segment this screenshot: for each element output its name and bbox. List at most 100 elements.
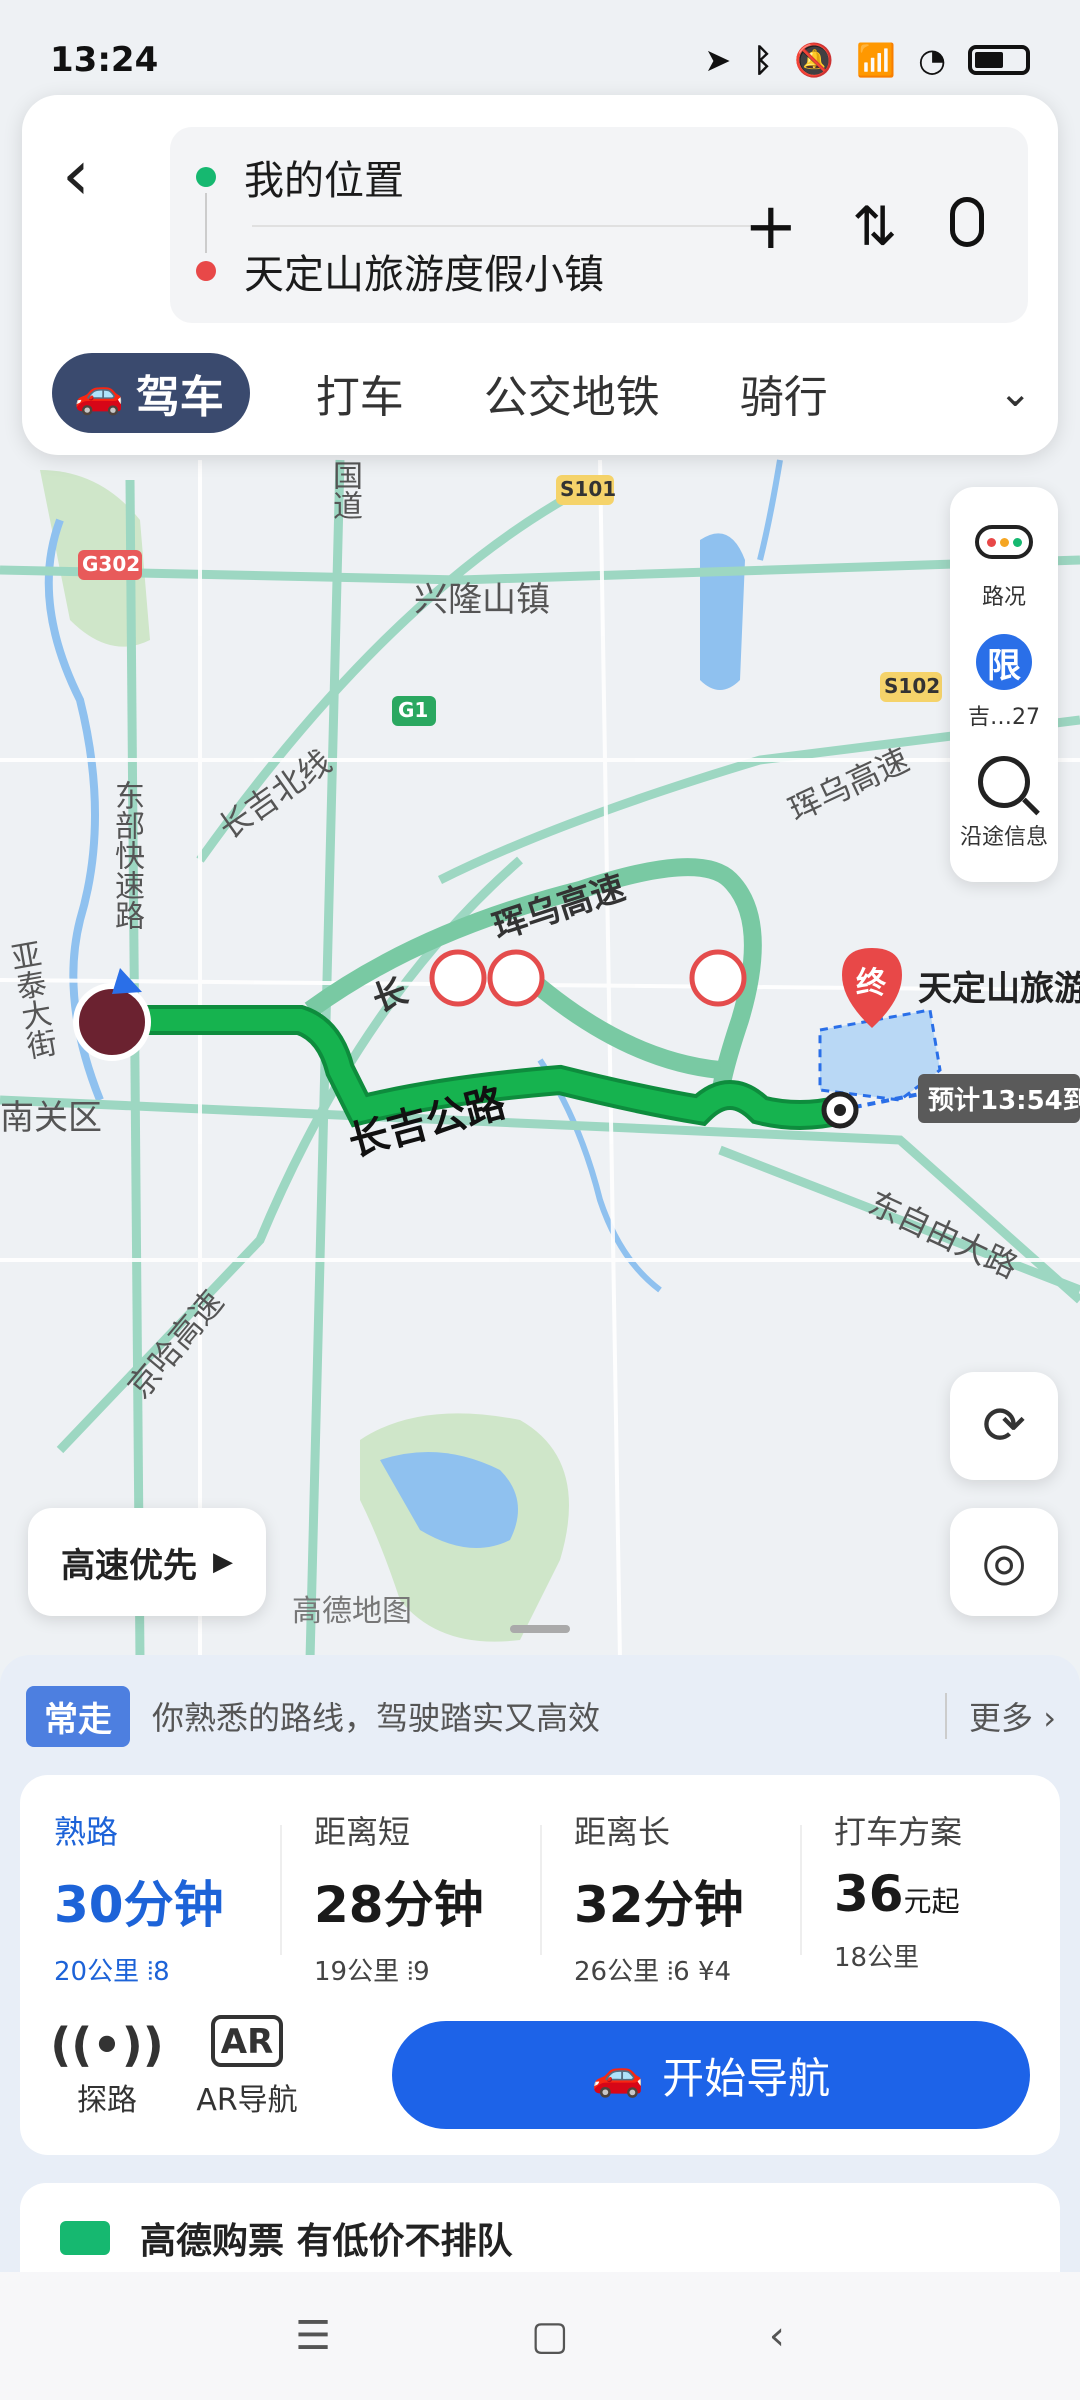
nanguan-label: 南关区 bbox=[0, 1098, 102, 1138]
taxi-price: 36 bbox=[834, 1865, 904, 1923]
traffic-toggle[interactable]: 路况 bbox=[975, 513, 1033, 611]
battery-icon bbox=[968, 45, 1030, 75]
menu-icon[interactable]: ☰ bbox=[295, 2313, 331, 2359]
destination-text: 天定山旅游度假小镇 bbox=[244, 252, 604, 298]
option-meta: 26公里 ⦙6 ¥4 bbox=[574, 1957, 732, 1987]
familiar-text: 你熟悉的路线，驾驶踏实又高效 bbox=[152, 1699, 601, 1737]
option-time: 30分钟 bbox=[54, 1876, 224, 1934]
location-icon: ➤ bbox=[704, 41, 732, 79]
system-nav-bar: ☰ ▢ ‹ bbox=[0, 2272, 1080, 2400]
locate-icon: ◎ bbox=[981, 1532, 1027, 1592]
status-bar: 13:24 ➤ ᛒ 🔕 📶 ◔ bbox=[0, 0, 1080, 120]
explore-button[interactable]: ((•)) 探路 bbox=[50, 2015, 164, 2119]
status-time: 13:24 bbox=[50, 40, 159, 80]
route-option-longer[interactable]: 距离长 32分钟 26公里 ⦙6 ¥4 bbox=[540, 1795, 800, 1987]
restriction-label: 吉…27 bbox=[968, 705, 1040, 730]
destination-dot-icon bbox=[196, 261, 216, 281]
along-route-label: 沿途信息 bbox=[959, 825, 1048, 850]
mute-icon: 🔕 bbox=[794, 41, 835, 79]
route-option-familiar[interactable]: 熟路 30分钟 20公里 ⦙8 bbox=[20, 1795, 280, 1987]
route-option-shorter[interactable]: 距离短 28分钟 19公里 ⦙9 bbox=[280, 1795, 540, 1987]
radar-icon: ((•)) bbox=[50, 2018, 164, 2072]
familiar-tag: 常走 bbox=[26, 1685, 130, 1747]
ar-icon: AR bbox=[210, 2015, 284, 2067]
destination-name[interactable]: 天定山旅游度假小镇 bbox=[918, 966, 1080, 1012]
traffic-icon bbox=[975, 525, 1033, 559]
car-icon: 🚗 bbox=[74, 370, 124, 417]
route-divider bbox=[252, 225, 752, 227]
option-name: 距离长 bbox=[574, 1813, 671, 1851]
g302-shield: G302 bbox=[82, 552, 141, 576]
map-tools-panel: 路况 限 吉…27 沿途信息 bbox=[950, 487, 1058, 882]
chevron-down-icon[interactable]: ⌄ bbox=[998, 370, 1032, 416]
car-icon: 🚗 bbox=[591, 2050, 645, 2099]
back-icon[interactable]: ‹ bbox=[769, 2313, 785, 2359]
route-input-box: 我的位置 天定山旅游度假小镇 bbox=[170, 127, 1028, 323]
ar-nav-label: AR导航 bbox=[196, 2083, 298, 2118]
swap-icon[interactable]: ⇅ bbox=[852, 195, 897, 258]
ticket-icon bbox=[60, 2221, 110, 2255]
highway-preference-button[interactable]: 高速优先 ▶ bbox=[28, 1508, 266, 1616]
refresh-icon: ⟳ bbox=[982, 1396, 1026, 1456]
route-sheet: 常走 你熟悉的路线，驾驶踏实又高效 更多 › 熟路 30分钟 20公里 ⦙8 距… bbox=[0, 1625, 1080, 2275]
signal-icon: 📶 bbox=[856, 41, 897, 79]
along-route-search[interactable]: 沿途信息 bbox=[960, 753, 1048, 851]
option-time: 32分钟 bbox=[574, 1876, 744, 1934]
bluetooth-icon: ᛒ bbox=[753, 41, 773, 79]
route-option-taxi[interactable]: 打车方案 36元起 18公里 bbox=[800, 1795, 1060, 1985]
tab-drive-label: 驾车 bbox=[135, 372, 224, 423]
origin-text: 我的位置 bbox=[244, 158, 404, 204]
more-label: 更多 bbox=[969, 1699, 1034, 1737]
highway-preference-label: 高速优先 bbox=[61, 1545, 197, 1586]
tab-transit[interactable]: 公交地铁 bbox=[484, 361, 660, 425]
taxi-price-unit: 元起 bbox=[903, 1885, 960, 1918]
amap-watermark: 高德地图 bbox=[292, 1594, 412, 1629]
traffic-label: 路况 bbox=[981, 585, 1026, 610]
ar-nav-button[interactable]: AR AR导航 bbox=[192, 2015, 302, 2119]
tab-bike[interactable]: 骑行 bbox=[740, 361, 828, 425]
tab-drive[interactable]: 🚗 驾车 bbox=[52, 353, 250, 433]
restriction-icon: 限 bbox=[976, 634, 1032, 690]
g1-shield: G1 bbox=[398, 698, 429, 722]
destination-field[interactable]: 天定山旅游度假小镇 bbox=[196, 231, 604, 311]
option-name: 熟路 bbox=[54, 1813, 119, 1851]
more-link[interactable]: 更多 › bbox=[945, 1693, 1056, 1739]
s102-shield: S102 bbox=[884, 674, 941, 698]
route-planner-card: ‹ 我的位置 天定山旅游度假小镇 + ⇅ 🚗 驾车 打车 公交地铁 骑行 ⌄ bbox=[22, 95, 1058, 455]
option-time: 28分钟 bbox=[314, 1876, 484, 1934]
home-icon[interactable]: ▢ bbox=[531, 2313, 569, 2359]
search-icon bbox=[977, 756, 1030, 808]
eta-badge: 预计13:54到 bbox=[918, 1074, 1080, 1123]
option-name: 距离短 bbox=[314, 1813, 411, 1851]
refresh-route-button[interactable]: ⟳ bbox=[950, 1372, 1058, 1480]
tab-taxi[interactable]: 打车 bbox=[316, 361, 404, 425]
microphone-icon[interactable] bbox=[950, 197, 984, 247]
guodao-label: 国道 bbox=[327, 460, 362, 520]
back-button[interactable]: ‹ bbox=[62, 135, 152, 225]
ticket-text: 高德购票 有低价不排队 bbox=[140, 2221, 513, 2262]
start-navigation-label: 开始导航 bbox=[662, 2053, 831, 2103]
end-tag: 终 bbox=[856, 966, 886, 1001]
start-navigation-button[interactable]: 🚗 开始导航 bbox=[392, 2021, 1030, 2129]
origin-field[interactable]: 我的位置 bbox=[196, 137, 404, 217]
wifi-icon: ◔ bbox=[918, 41, 946, 79]
option-meta: 19公里 ⦙9 bbox=[314, 1957, 430, 1987]
option-meta: 20公里 ⦙8 bbox=[54, 1957, 170, 1987]
option-time: 36元起 bbox=[834, 1865, 1060, 1923]
play-arrow-icon: ▶ bbox=[213, 1547, 233, 1577]
xinglong-label: 兴隆山镇 bbox=[414, 580, 550, 620]
route-options-card: 熟路 30分钟 20公里 ⦙8 距离短 28分钟 19公里 ⦙9 距离长 32分… bbox=[20, 1775, 1060, 2155]
origin-dot-icon bbox=[196, 167, 216, 187]
familiar-route-bar[interactable]: 常走 你熟悉的路线，驾驶踏实又高效 更多 › bbox=[26, 1681, 1056, 1751]
nav-actions: ((•)) 探路 AR AR导航 🚗 开始导航 bbox=[20, 2005, 1060, 2145]
locate-button[interactable]: ◎ bbox=[950, 1508, 1058, 1616]
s101-shield: S101 bbox=[560, 477, 617, 501]
option-name: 打车方案 bbox=[834, 1813, 963, 1851]
dongbu-label: 东部快速路 bbox=[109, 780, 144, 930]
sheet-handle[interactable] bbox=[510, 1625, 570, 1633]
restriction-button[interactable]: 限 吉…27 bbox=[968, 633, 1040, 731]
route-options: 熟路 30分钟 20公里 ⦙8 距离短 28分钟 19公里 ⦙9 距离长 32分… bbox=[20, 1795, 1060, 1987]
add-stop-icon[interactable]: + bbox=[744, 190, 798, 264]
explore-label: 探路 bbox=[77, 2083, 137, 2118]
option-meta: 18公里 bbox=[834, 1943, 920, 1973]
